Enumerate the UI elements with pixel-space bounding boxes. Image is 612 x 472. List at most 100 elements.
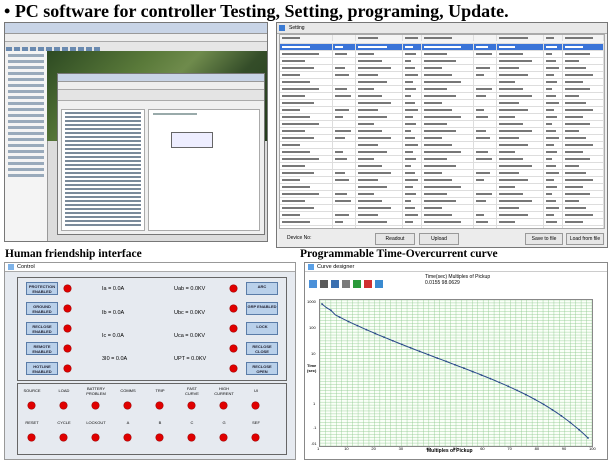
curve-point[interactable] bbox=[347, 320, 350, 323]
table-cell bbox=[333, 100, 356, 106]
curve-point[interactable] bbox=[400, 343, 403, 346]
save-icon[interactable] bbox=[331, 280, 339, 288]
table-row[interactable] bbox=[280, 163, 604, 170]
table-row[interactable] bbox=[280, 212, 604, 219]
curve-point[interactable] bbox=[542, 403, 545, 406]
table-row[interactable] bbox=[280, 156, 604, 163]
x-tick: 1 bbox=[317, 446, 320, 451]
curve-point[interactable] bbox=[507, 385, 510, 388]
table-row[interactable] bbox=[280, 170, 604, 177]
curve-point[interactable] bbox=[569, 421, 572, 424]
table-cell bbox=[333, 198, 356, 204]
protection-enabled-button[interactable]: PROTECTION ENABLED bbox=[26, 282, 58, 295]
zoom-icon[interactable] bbox=[375, 280, 383, 288]
reclose-close-button[interactable]: RECLOSE CLOSE bbox=[246, 342, 278, 355]
curve-point[interactable] bbox=[587, 437, 589, 439]
curve-point[interactable] bbox=[480, 374, 483, 376]
curve-point[interactable] bbox=[383, 336, 385, 339]
ia-reading: Ia = 0.0A bbox=[102, 286, 125, 292]
arc-button[interactable]: ARC bbox=[246, 282, 278, 295]
curve-point[interactable] bbox=[338, 316, 341, 319]
curve-point[interactable] bbox=[392, 339, 394, 342]
curve-point[interactable] bbox=[578, 428, 580, 431]
table-cell bbox=[333, 79, 356, 85]
upload-button[interactable]: Upload bbox=[419, 233, 459, 245]
hotline-enabled-button[interactable]: HOTLINE ENABLED bbox=[26, 362, 58, 375]
curve-point[interactable] bbox=[330, 309, 332, 312]
curve-point[interactable] bbox=[560, 415, 563, 417]
ground-enabled-button[interactable]: GROUND ENABLED bbox=[26, 302, 58, 315]
table-row[interactable] bbox=[280, 51, 604, 58]
table-row[interactable] bbox=[280, 128, 604, 135]
table-row[interactable] bbox=[280, 86, 604, 93]
table-cell bbox=[497, 100, 545, 106]
table-row[interactable] bbox=[280, 44, 604, 51]
load-from-file-button[interactable]: Load from file bbox=[566, 233, 604, 245]
curve-point[interactable] bbox=[418, 350, 421, 353]
table-row[interactable] bbox=[280, 107, 604, 114]
table-row[interactable] bbox=[280, 58, 604, 65]
table-cell bbox=[333, 142, 356, 148]
table-row[interactable] bbox=[280, 135, 604, 142]
table-cell bbox=[474, 163, 498, 169]
remote-enabled-button[interactable]: REMOTE ENABLED bbox=[26, 342, 58, 355]
table-row[interactable] bbox=[280, 177, 604, 184]
delete-point-icon[interactable] bbox=[364, 280, 372, 288]
curve-point[interactable] bbox=[445, 360, 447, 363]
table-row[interactable] bbox=[280, 184, 604, 191]
table-row[interactable] bbox=[280, 149, 604, 156]
save-to-file-button[interactable]: Save to file bbox=[525, 233, 563, 245]
table-row[interactable] bbox=[280, 219, 604, 226]
readout-button[interactable]: Readout bbox=[375, 233, 415, 245]
curve-point[interactable] bbox=[516, 389, 518, 392]
curve-point[interactable] bbox=[427, 353, 430, 356]
inner-window-menubar[interactable] bbox=[58, 82, 264, 90]
table-row[interactable] bbox=[280, 142, 604, 149]
y-tick: 100 bbox=[309, 325, 316, 330]
source-led bbox=[28, 402, 35, 409]
curve-point[interactable] bbox=[365, 328, 368, 331]
table-row[interactable] bbox=[280, 205, 604, 212]
table-row[interactable] bbox=[280, 114, 604, 121]
table-row[interactable] bbox=[280, 191, 604, 198]
grp-enabled-button[interactable]: GRP ENABLED bbox=[246, 302, 278, 315]
reclose-enabled-button[interactable]: RECLOSE ENABLED bbox=[26, 322, 58, 335]
curve-point[interactable] bbox=[498, 381, 501, 384]
new-icon[interactable] bbox=[309, 280, 317, 288]
parameter-table[interactable] bbox=[279, 34, 605, 247]
ide-project-tree bbox=[5, 51, 48, 241]
table-row[interactable] bbox=[280, 79, 604, 86]
table-row[interactable] bbox=[280, 198, 604, 205]
table-cell bbox=[563, 93, 604, 99]
table-cell bbox=[563, 79, 604, 85]
table-row[interactable] bbox=[280, 93, 604, 100]
curve-point[interactable] bbox=[489, 377, 492, 380]
curve-point[interactable] bbox=[436, 357, 439, 359]
curve-point[interactable] bbox=[551, 409, 554, 411]
curve-point[interactable] bbox=[454, 363, 456, 366]
curve-point[interactable] bbox=[409, 347, 412, 349]
code-editor-pane[interactable] bbox=[148, 109, 260, 231]
curve-point[interactable] bbox=[525, 393, 527, 396]
table-cell bbox=[403, 219, 422, 225]
open-icon[interactable] bbox=[320, 280, 328, 288]
y-tick: .1 bbox=[313, 425, 317, 430]
table-row[interactable] bbox=[280, 100, 604, 107]
curve-point[interactable] bbox=[471, 370, 474, 373]
reclose-open-button[interactable]: RECLOSE OPEN bbox=[246, 362, 278, 375]
add-point-icon[interactable] bbox=[353, 280, 361, 288]
curve-point[interactable] bbox=[533, 398, 536, 401]
time-overcurrent-plot[interactable] bbox=[319, 299, 593, 447]
ide-menubar[interactable] bbox=[5, 34, 267, 42]
curve-point[interactable] bbox=[356, 324, 359, 327]
table-cell bbox=[333, 121, 356, 127]
table-row[interactable] bbox=[280, 121, 604, 128]
curve-point[interactable] bbox=[463, 367, 465, 370]
curve-point[interactable] bbox=[321, 303, 323, 305]
table-row[interactable] bbox=[280, 65, 604, 72]
lock-button[interactable]: LOCK bbox=[246, 322, 278, 335]
table-row[interactable] bbox=[280, 72, 604, 79]
print-icon[interactable] bbox=[342, 280, 350, 288]
curve-point[interactable] bbox=[374, 332, 377, 335]
table-cell bbox=[544, 170, 564, 176]
